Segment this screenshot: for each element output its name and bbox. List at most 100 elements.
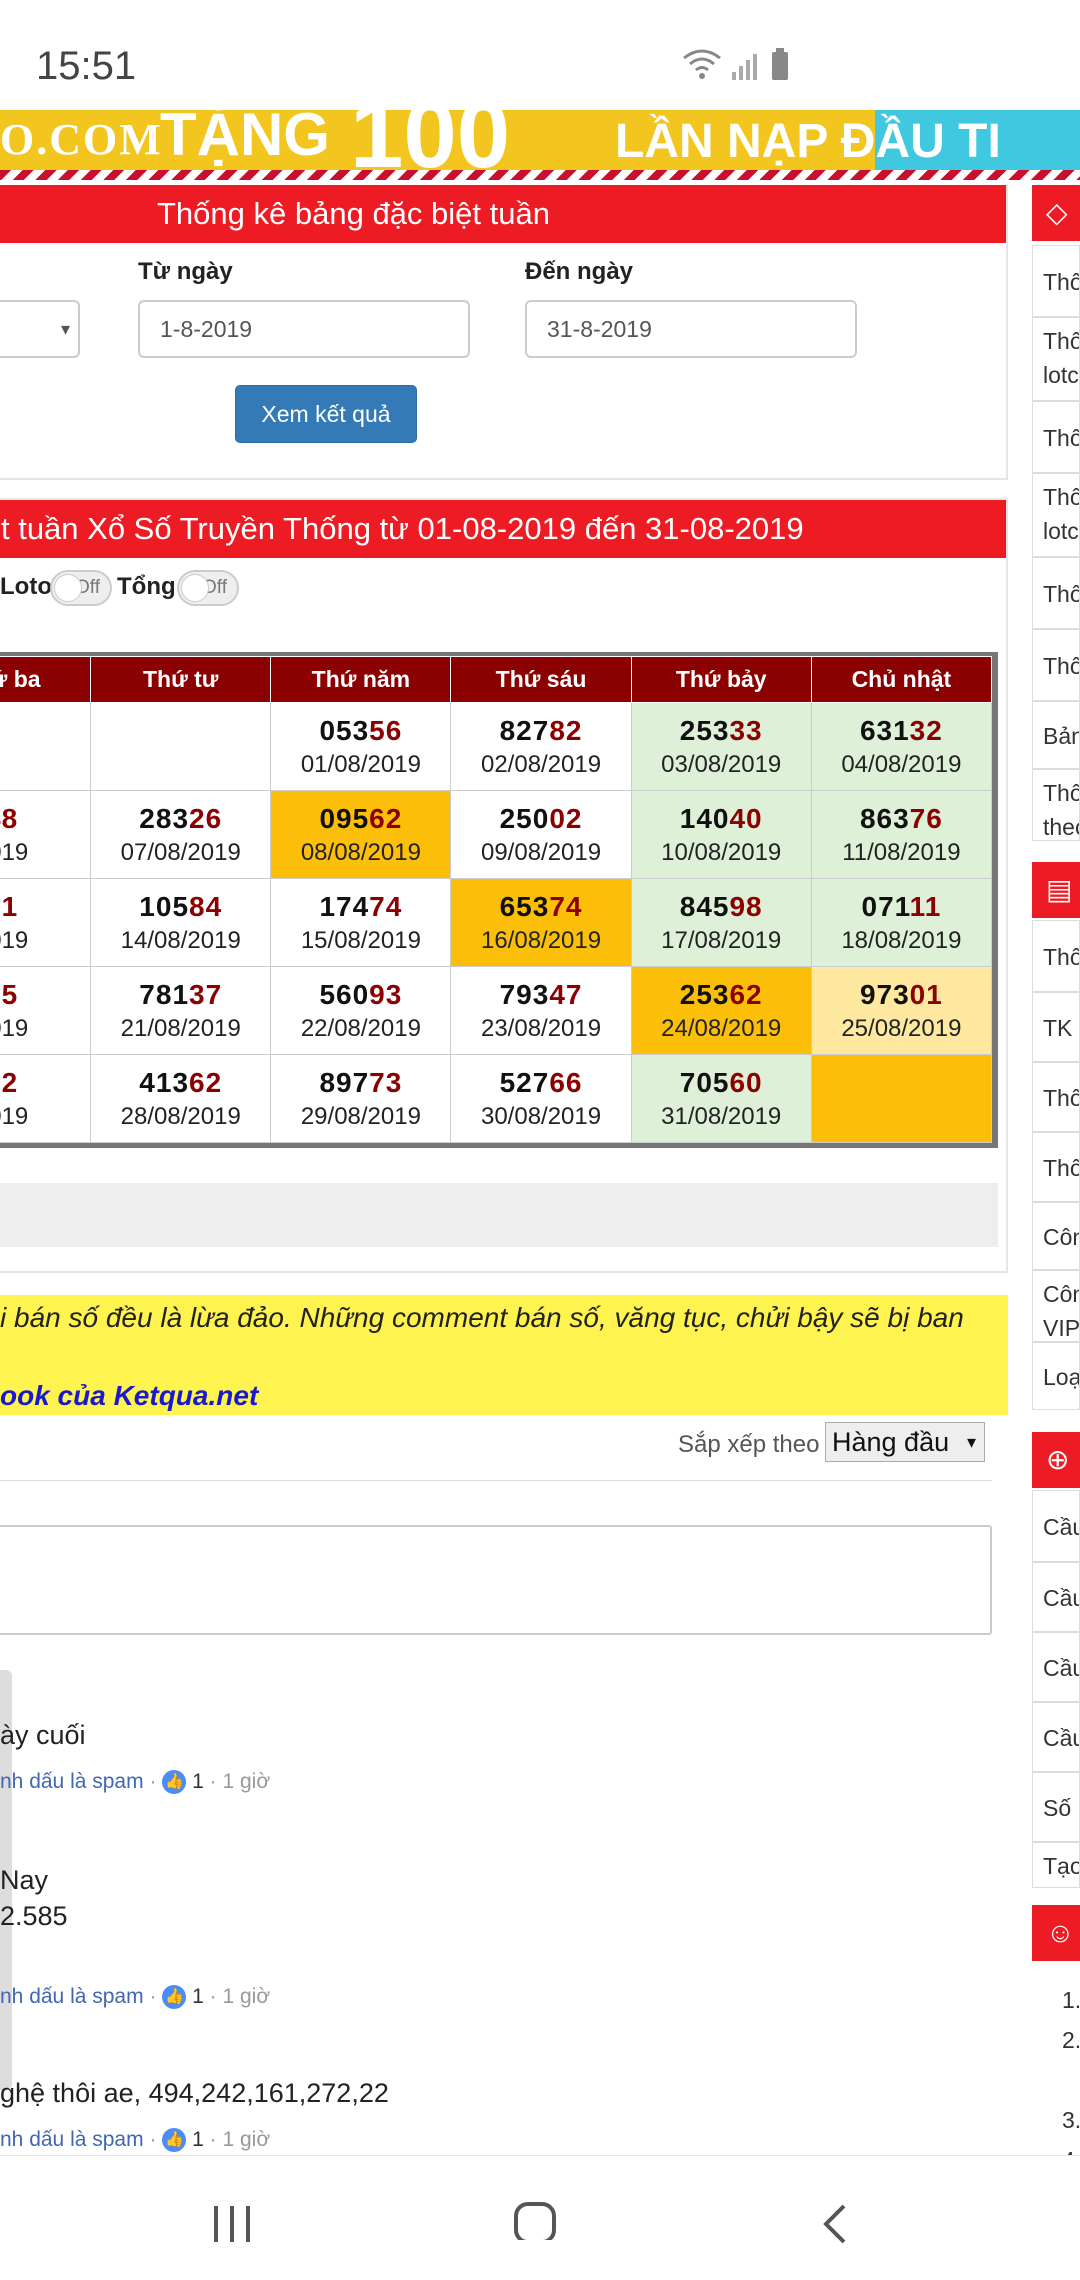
draw-date: 2019 bbox=[0, 1014, 29, 1042]
sidebar-link[interactable]: Bản bbox=[1032, 701, 1080, 769]
draw-date: 07/08/2019 bbox=[120, 838, 241, 866]
sidebar-link-label: Thố bbox=[1043, 269, 1080, 295]
ranking-item[interactable]: 2. bbox=[1062, 2020, 1080, 2060]
sidebar-link[interactable]: Thố lotc bbox=[1032, 473, 1080, 557]
special-number: 84598 bbox=[632, 891, 811, 923]
sidebar-link[interactable]: Thố thec bbox=[1032, 769, 1080, 841]
number-tail: 60 bbox=[729, 1066, 763, 1098]
toggle-knob bbox=[54, 574, 82, 602]
day-header: Thứ tư bbox=[90, 656, 272, 703]
tong-toggle[interactable]: Off bbox=[177, 570, 239, 606]
sidebar-link[interactable]: Thố bbox=[1032, 629, 1080, 701]
number-tail: 48 bbox=[0, 802, 19, 834]
chevron-down-icon: ▾ bbox=[60, 319, 70, 339]
sidebar-link[interactable]: Loạ bbox=[1032, 1342, 1080, 1410]
results-table: Thứ baThứ tưThứ nămThứ sáuThứ bảyChủ nhậ… bbox=[0, 656, 993, 1143]
comment-time[interactable]: 1 giờ bbox=[222, 1985, 270, 2008]
banner-text-domain: O.COM bbox=[0, 115, 163, 164]
sidebar-link[interactable]: Thố lotc bbox=[1032, 317, 1080, 401]
draw-date: 21/08/2019 bbox=[120, 1014, 241, 1042]
loto-toggle[interactable]: Off bbox=[50, 570, 112, 606]
sidebar-link[interactable]: Thố bbox=[1032, 245, 1080, 317]
result-cell: 65374 16/08/2019 bbox=[450, 878, 632, 967]
sidebar-link[interactable]: Thố bbox=[1032, 920, 1080, 992]
chart-icon: ▤ bbox=[1046, 874, 1073, 905]
ranking-item[interactable]: 1. bbox=[1062, 1980, 1080, 2020]
sidebar-link[interactable]: Cầu bbox=[1032, 1490, 1080, 1562]
back-icon[interactable] bbox=[820, 2204, 850, 2244]
draw-date: 2019 bbox=[0, 926, 29, 954]
ranking-item[interactable]: 3. bbox=[1062, 2100, 1080, 2140]
sidebar-link[interactable]: Thố bbox=[1032, 401, 1080, 473]
number-tail: 93 bbox=[369, 978, 403, 1010]
sidebar-link-label: Côn bbox=[1043, 1281, 1079, 1307]
warning-notice-text: i bán số đều là lừa đảo. Những comment b… bbox=[0, 1302, 964, 1333]
diamond-icon: ◇ bbox=[1046, 197, 1068, 228]
sidebar-link[interactable]: Cầu bbox=[1032, 1702, 1080, 1772]
sidebar-link[interactable]: TK bbox=[1032, 992, 1080, 1062]
ad-banner[interactable]: O.COM TẶNG 100 LẦN NẠP ĐẦU TI bbox=[0, 110, 1080, 180]
result-cell bbox=[0, 702, 92, 791]
number-head: 781 bbox=[139, 978, 190, 1010]
sidebar-link-label: lotc bbox=[1043, 518, 1079, 544]
number-tail: 74 bbox=[549, 890, 583, 922]
table-row: 3120191058414/08/20191747415/08/20196537… bbox=[0, 878, 993, 967]
draw-date: 09/08/2019 bbox=[480, 838, 602, 866]
from-date-input[interactable]: 1-8-2019 bbox=[138, 300, 470, 358]
sidebar-link[interactable]: Côn bbox=[1032, 1202, 1080, 1270]
home-icon[interactable] bbox=[512, 2200, 558, 2240]
recent-apps-icon[interactable] bbox=[210, 2204, 256, 2244]
lottery-type-select[interactable]: ▾ bbox=[0, 300, 80, 358]
special-number: 25333 bbox=[632, 715, 811, 747]
sidebar-link[interactable]: Thố bbox=[1032, 557, 1080, 629]
comment-time[interactable]: 1 giờ bbox=[222, 1770, 270, 1793]
banner-stripe bbox=[0, 170, 1080, 180]
special-number: 86376 bbox=[812, 803, 991, 835]
sidebar-link-label: Thố bbox=[1043, 425, 1080, 451]
comment-input[interactable] bbox=[0, 1525, 992, 1635]
system-nav-bar bbox=[0, 2155, 1080, 2280]
comment-time[interactable]: 1 giờ bbox=[222, 2128, 270, 2151]
sidebar-link-label: Tạo bbox=[1043, 1853, 1080, 1879]
sidebar-link-label: Thố bbox=[1043, 581, 1080, 607]
sort-select[interactable]: Hàng đầu ▾ bbox=[825, 1422, 985, 1462]
view-results-button[interactable]: Xem kết quả bbox=[235, 385, 417, 443]
special-number: 62 bbox=[0, 1067, 90, 1099]
sidebar-link[interactable]: Số r bbox=[1032, 1772, 1080, 1842]
draw-date: 24/08/2019 bbox=[661, 1014, 782, 1042]
day-header: Chủ nhật bbox=[810, 656, 993, 703]
result-cell: 86376 11/08/2019 bbox=[810, 790, 993, 879]
sidebar-link[interactable]: Thố bbox=[1032, 1132, 1080, 1202]
comment-meta: nh dấu là spam · 👍 1 · 1 giờ bbox=[0, 1985, 271, 2010]
to-date-input[interactable]: 31-8-2019 bbox=[525, 300, 857, 358]
mark-spam-link[interactable]: nh dấu là spam bbox=[0, 1770, 144, 1793]
to-date-label: Đến ngày bbox=[525, 258, 634, 285]
sidebar-link[interactable]: Cầu bbox=[1032, 1562, 1080, 1632]
sidebar-link[interactable]: Thố bbox=[1032, 1062, 1080, 1132]
sidebar-link[interactable]: Côn VIP bbox=[1032, 1270, 1080, 1342]
mark-spam-link[interactable]: nh dấu là spam bbox=[0, 1985, 144, 2008]
draw-date: 02/08/2019 bbox=[480, 750, 602, 778]
day-header: Thứ bảy bbox=[630, 656, 812, 703]
number-head: 413 bbox=[139, 1066, 190, 1098]
sidebar-link-label: Thố bbox=[1043, 653, 1080, 679]
facebook-link[interactable]: ook của Ketqua.net bbox=[0, 1380, 258, 1412]
mark-spam-link[interactable]: nh dấu là spam bbox=[0, 2128, 144, 2151]
draw-date: 2019 bbox=[0, 838, 29, 866]
table-footer-bar bbox=[0, 1183, 998, 1247]
comment-meta: nh dấu là spam · 👍 1 · 1 giờ bbox=[0, 2128, 271, 2153]
sidebar-link-label: Cầu bbox=[1043, 1725, 1079, 1751]
number-tail: 31 bbox=[0, 890, 19, 922]
special-number: 65374 bbox=[451, 891, 630, 923]
special-number: 25362 bbox=[632, 979, 811, 1011]
like-icon: 👍 bbox=[162, 2128, 187, 2153]
number-head: 071 bbox=[861, 890, 910, 922]
sidebar-ranking-list: 1.2.3.4. bbox=[1062, 1980, 1080, 2180]
plus-circle-icon: ⊕ bbox=[1046, 1444, 1070, 1475]
results-panel-header: Bảng đặc biệt tuần Xổ Số Truyền Thống từ… bbox=[0, 500, 1006, 558]
sidebar-link[interactable]: Cầu bbox=[1032, 1632, 1080, 1702]
draw-date: 22/08/2019 bbox=[300, 1014, 421, 1042]
sidebar-link[interactable]: Tạo bbox=[1032, 1842, 1080, 1888]
draw-date: 15/08/2019 bbox=[300, 926, 421, 954]
number-head: 845 bbox=[679, 890, 730, 922]
